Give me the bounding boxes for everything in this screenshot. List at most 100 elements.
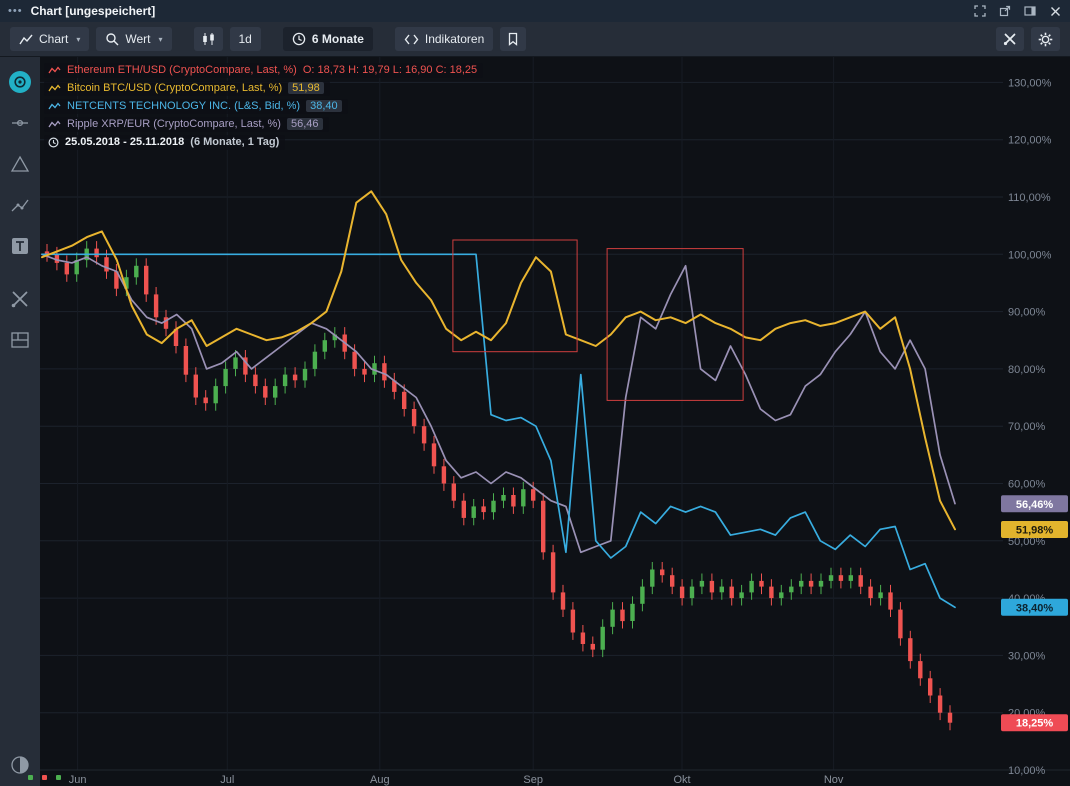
y-axis-label: 120,00%: [1008, 135, 1052, 147]
connection-status-dots: [28, 775, 61, 780]
chart-canvas[interactable]: 130,00% 120,00% 110,00% 100,00% 90,00% 80,00%…: [40, 57, 1070, 786]
price-badge-ethereum: 18,25%: [1001, 714, 1068, 731]
series-key-icon: [48, 102, 61, 111]
range-label: 6 Monate: [312, 32, 364, 46]
eye-icon: [8, 70, 32, 94]
line-chart-icon: [19, 33, 33, 46]
legend-value: 51,98: [288, 82, 324, 94]
legend-value: 38,40: [306, 100, 342, 112]
chevron-down-icon: ▾: [158, 35, 162, 44]
date-range-detail: (6 Monate, 1 Tag): [190, 136, 279, 148]
gridlines: [40, 57, 1070, 770]
indicators-label: Indikatoren: [425, 32, 484, 46]
clock-icon: [48, 137, 59, 148]
y-axis-label: 110,00%: [1008, 192, 1051, 204]
legend-row-netcents[interactable]: NETCENTS TECHNOLOGY INC. (L&S, Bid, %) 38…: [44, 99, 483, 114]
fullscreen-icon: [974, 5, 986, 17]
settings-button[interactable]: [1031, 27, 1060, 51]
text-tool-icon: [10, 236, 30, 256]
x-axis-label: Jul: [220, 774, 234, 786]
ethereum-candle-series[interactable]: [45, 241, 952, 730]
sidebar-tool-shapes[interactable]: [7, 151, 33, 177]
y-axis-label: 100,00%: [1008, 249, 1052, 261]
x-axis-label: Sep: [523, 774, 543, 786]
chart-menu-label: Chart: [39, 32, 68, 46]
legend-label: Ripple XRP/EUR (CryptoCompare, Last, %): [67, 118, 281, 130]
ripple-line[interactable]: [42, 254, 955, 552]
y-axis-label: 80,00%: [1008, 364, 1046, 376]
legend-row-ripple[interactable]: Ripple XRP/EUR (CryptoCompare, Last, %) 5…: [44, 117, 483, 132]
candlestick-icon: [201, 32, 216, 46]
sidebar-tool-layout[interactable]: [7, 327, 33, 353]
legend-row-ethereum[interactable]: Ethereum ETH/USD (CryptoCompare, Last, %…: [44, 63, 483, 78]
legend-value: O: 18,73 H: 19,79 L: 16,90 C: 18,25: [303, 64, 477, 76]
chart-style-button[interactable]: [194, 27, 223, 51]
series-key-icon: [48, 120, 61, 129]
symbol-search-button[interactable]: Wert ▾: [96, 27, 171, 51]
sidebar-tool-trendline[interactable]: [7, 110, 33, 136]
legend-value: 56,46: [287, 118, 323, 130]
x-axis-label: Jun: [69, 774, 87, 786]
svg-text:18,25%: 18,25%: [1016, 718, 1054, 730]
tools-button[interactable]: [996, 27, 1024, 51]
popout-button[interactable]: [998, 4, 1012, 18]
code-brackets-icon: [404, 33, 419, 46]
legend-label: Ethereum ETH/USD (CryptoCompare, Last, %…: [67, 64, 297, 76]
interval-button[interactable]: 1d: [230, 27, 261, 51]
sidebar-tool-settings[interactable]: [7, 286, 33, 312]
x-axis-label: Nov: [824, 774, 844, 786]
netcents-line[interactable]: [42, 254, 955, 607]
search-icon: [105, 32, 119, 46]
legend-label: NETCENTS TECHNOLOGY INC. (L&S, Bid, %): [67, 100, 300, 112]
y-axis-label: 90,00%: [1008, 307, 1046, 319]
legend-date-range[interactable]: 25.05.2018 - 25.11.2018 (6 Monate, 1 Tag): [44, 135, 483, 150]
window-titlebar: ••• Chart [ungespeichert]: [0, 0, 1070, 22]
x-axis-label: Aug: [370, 774, 390, 786]
window-menu-dots[interactable]: •••: [8, 6, 23, 17]
y-axis-label: 60,00%: [1008, 479, 1046, 491]
annotation-rect-2[interactable]: [607, 249, 743, 401]
price-badge-netcents: 38,40%: [1001, 599, 1068, 616]
bookmark-button[interactable]: [500, 27, 526, 51]
main-toolbar: Chart ▾ Wert ▾ 1d 6 Monate Indikatoren: [0, 22, 1070, 57]
drawing-tools-sidebar: [0, 57, 40, 786]
legend-label: Bitcoin BTC/USD (CryptoCompare, Last, %): [67, 82, 282, 94]
indicators-button[interactable]: Indikatoren: [395, 27, 493, 51]
y-axis-label: 70,00%: [1008, 421, 1046, 433]
close-button[interactable]: [1048, 4, 1062, 18]
close-icon: [1050, 6, 1061, 17]
multi-line-icon: [10, 195, 30, 215]
crossed-tools-icon: [10, 289, 30, 309]
series-key-icon: [48, 84, 61, 93]
svg-text:38,40%: 38,40%: [1016, 602, 1054, 614]
sidebar-tool-text[interactable]: [7, 233, 33, 259]
sidebar-tool-indicator-lines[interactable]: [7, 192, 33, 218]
y-axis-label: 130,00%: [1008, 77, 1052, 89]
window-title: Chart [ungespeichert]: [31, 4, 156, 18]
popout-icon: [999, 5, 1011, 17]
sidebar-tool-watch[interactable]: [7, 69, 33, 95]
status-dot: [42, 775, 47, 780]
trendline-icon: [10, 113, 30, 133]
axis-labels: 130,00% 120,00% 110,00% 100,00% 90,00% 80,00%…: [69, 77, 1052, 786]
triangle-icon: [10, 154, 30, 174]
dock-panel-icon: [1024, 5, 1036, 17]
layout-panels-icon: [10, 331, 30, 349]
status-dot: [28, 775, 33, 780]
legend-row-bitcoin[interactable]: Bitcoin BTC/USD (CryptoCompare, Last, %)…: [44, 81, 483, 96]
chevron-down-icon: ▾: [76, 35, 80, 44]
fullscreen-button[interactable]: [973, 4, 987, 18]
chart-area[interactable]: 130,00% 120,00% 110,00% 100,00% 90,00% 80,00%…: [40, 57, 1070, 786]
svg-text:56,46%: 56,46%: [1016, 499, 1054, 511]
y-axis-label: 30,00%: [1008, 650, 1046, 662]
date-range-text: 25.05.2018 - 25.11.2018: [65, 136, 184, 148]
symbol-search-label: Wert: [125, 32, 150, 46]
gear-icon: [1038, 32, 1053, 47]
range-button[interactable]: 6 Monate: [283, 27, 373, 51]
svg-text:51,98%: 51,98%: [1016, 525, 1054, 537]
x-axis-label: Okt: [673, 774, 690, 786]
chart-menu-button[interactable]: Chart ▾: [10, 27, 89, 51]
series-key-icon: [48, 66, 61, 75]
price-badge-ripple: 56,46%: [1001, 495, 1068, 512]
dock-panel-button[interactable]: [1023, 4, 1037, 18]
